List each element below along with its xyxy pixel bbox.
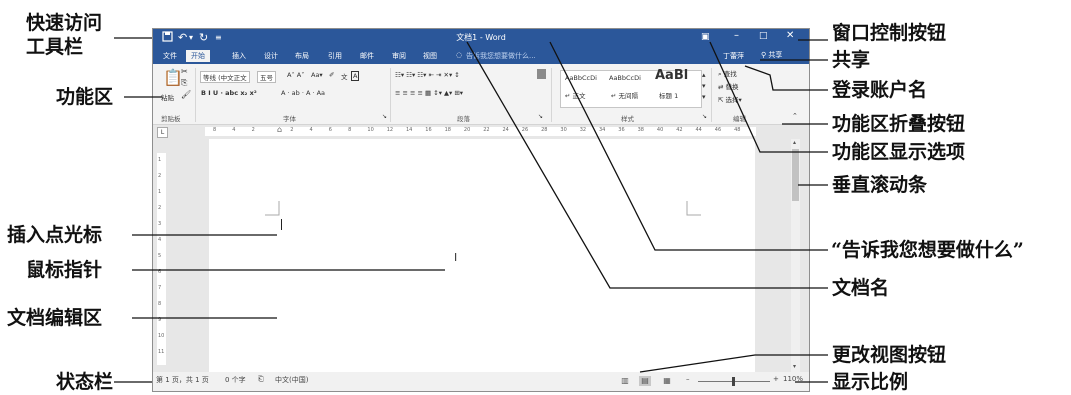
label-account: 登录账户名 [832, 79, 928, 101]
label-vertical-scroll: 垂直滚动条 [832, 174, 928, 196]
label-zoom-ratio: 显示比例 [832, 371, 909, 393]
label-window-controls: 窗口控制按钮 [832, 22, 947, 44]
label-mouse-pointer: 鼠标指针 [26, 259, 103, 281]
label-status-bar: 状态栏 [56, 371, 114, 393]
label-ribbon: 功能区 [56, 86, 114, 108]
label-ribbon-options: 功能区显示选项 [832, 141, 966, 163]
label-view-buttons: 更改视图按钮 [832, 344, 947, 366]
label-share: 共享 [832, 49, 871, 71]
label-insertion-point: 插入点光标 [7, 224, 103, 246]
label-tell-me: “告诉我您想要做什么” [831, 239, 1024, 261]
label-quick-access-1: 快速访问 [26, 12, 103, 34]
label-quick-access-2: 工具栏 [26, 36, 84, 58]
label-doc-name: 文档名 [832, 277, 890, 299]
label-collapse-ribbon: 功能区折叠按钮 [832, 113, 966, 135]
label-edit-area: 文档编辑区 [7, 307, 103, 329]
leader-lines [114, 37, 828, 383]
